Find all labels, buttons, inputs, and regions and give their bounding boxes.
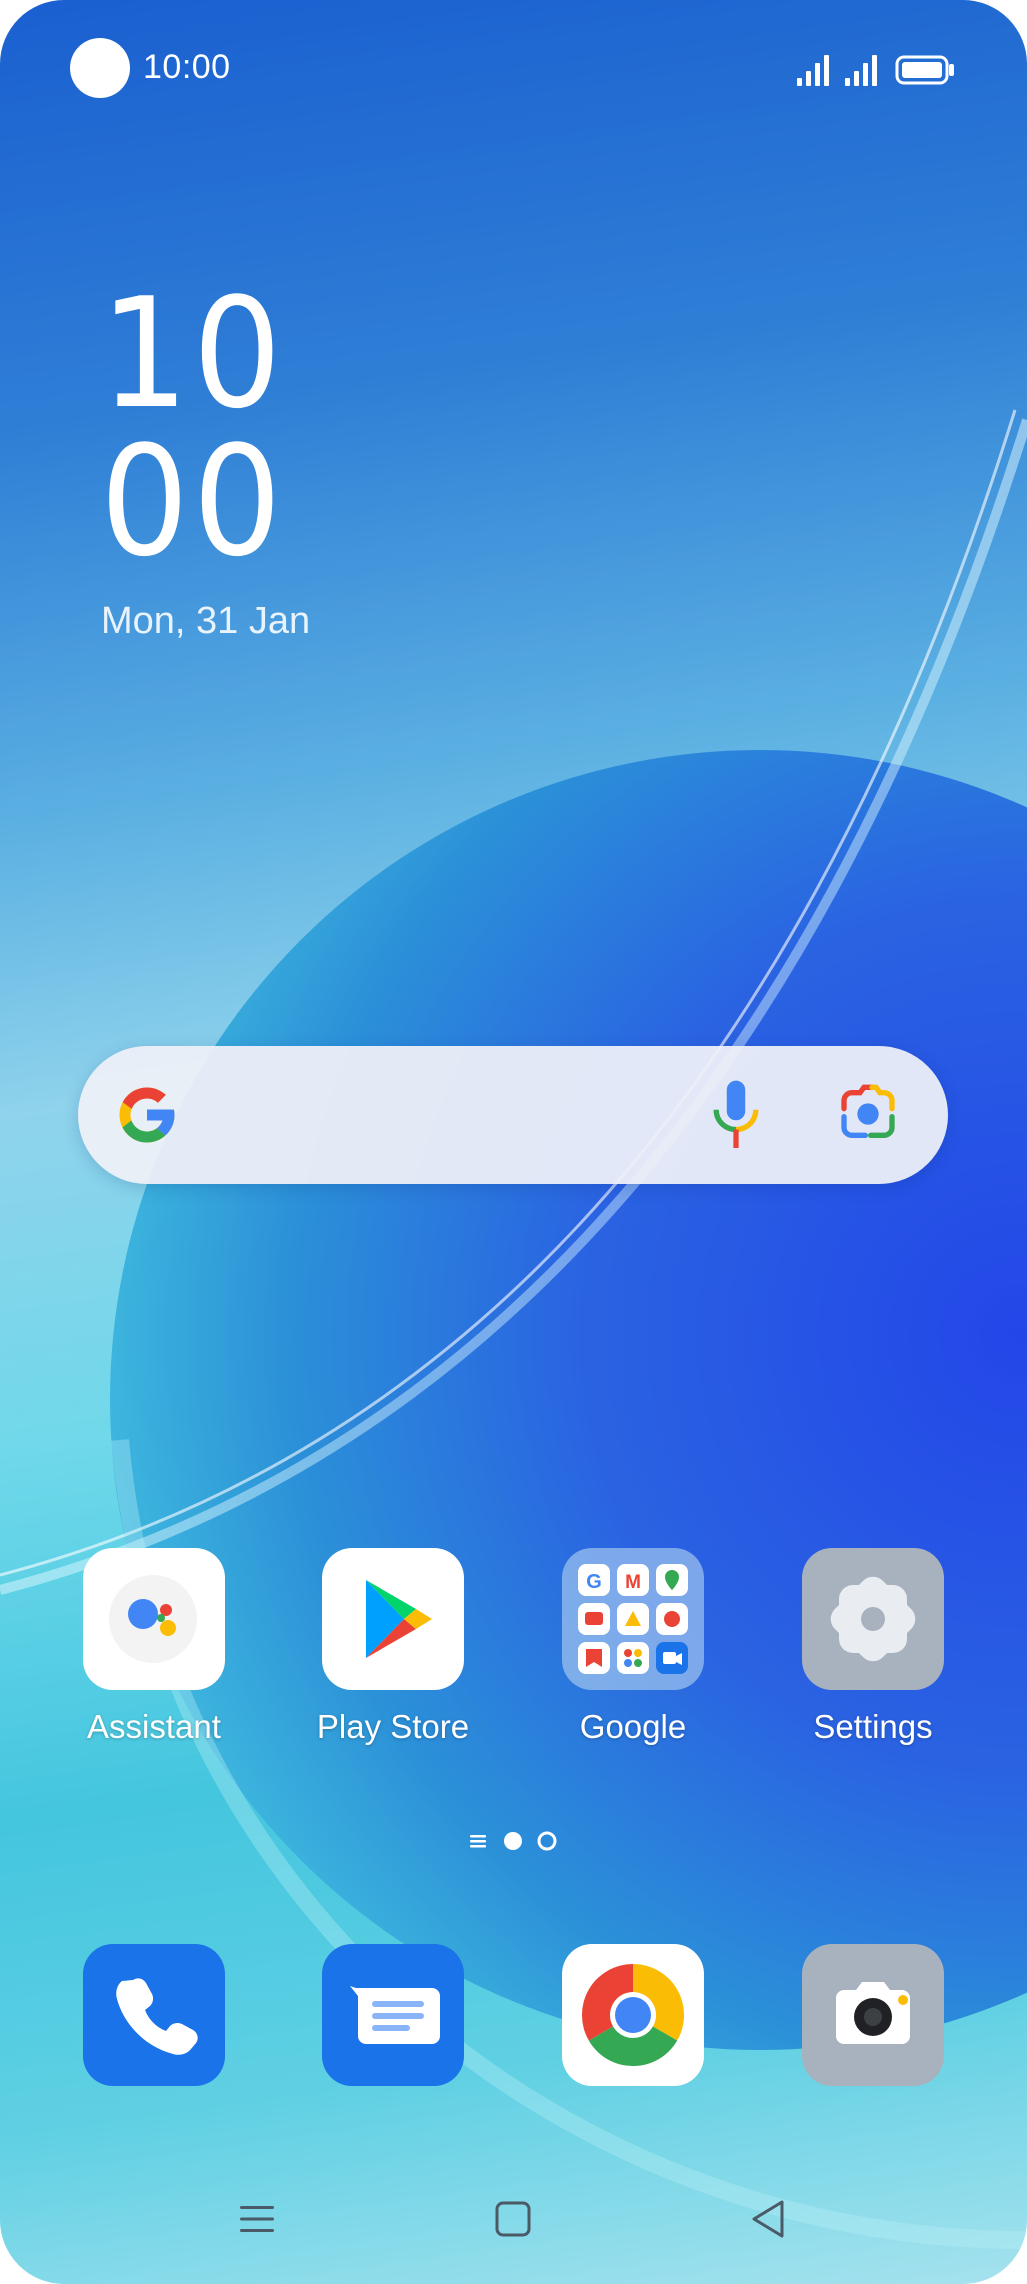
status-bar: 10:00: [0, 0, 1027, 136]
clock-minutes: 00: [100, 413, 286, 590]
signal-icon: [797, 55, 829, 86]
battery-icon: [895, 55, 954, 85]
page-dot-active: [504, 1832, 522, 1850]
clock-hours: 10: [100, 265, 286, 442]
messages-icon: [350, 1986, 440, 2044]
chrome-icon: [581, 1964, 685, 2067]
signal-icon: [845, 55, 877, 86]
svg-text:G: G: [586, 1571, 602, 1593]
page-dot: [537, 1831, 557, 1851]
assistant-icon: [83, 1548, 225, 1690]
clock-widget[interactable]: 10 00: [100, 265, 301, 590]
back-icon[interactable]: [744, 2194, 794, 2244]
app-label: Assistant: [87, 1708, 221, 1745]
status-icons: [797, 55, 954, 86]
dock-phone[interactable]: [83, 1944, 225, 2086]
app-play-store[interactable]: Play Store: [303, 1548, 483, 1746]
camera-icon: [836, 1982, 910, 2044]
mic-icon[interactable]: [708, 1078, 764, 1152]
google-folder-icon: G M: [562, 1548, 704, 1690]
app-google-folder[interactable]: G M Google: [543, 1548, 723, 1746]
settings-gear-icon: [802, 1548, 944, 1690]
google-lens-icon[interactable]: [836, 1082, 900, 1146]
dock-chrome[interactable]: [562, 1944, 704, 2086]
app-label: Settings: [813, 1708, 933, 1745]
play-store-icon: [322, 1548, 464, 1690]
google-g-icon: [119, 1087, 175, 1143]
home-icon[interactable]: [488, 2194, 538, 2244]
page-indicator[interactable]: [468, 1826, 568, 1856]
navigation-bar: [0, 2180, 1027, 2260]
front-camera-cutout: [70, 38, 130, 98]
app-assistant[interactable]: Assistant: [64, 1548, 244, 1746]
dock-messages[interactable]: [322, 1944, 464, 2086]
app-label: Play Store: [316, 1708, 470, 1745]
google-search-bar[interactable]: [78, 1046, 948, 1184]
menu-icon[interactable]: [232, 2194, 282, 2244]
app-settings[interactable]: Settings: [783, 1548, 963, 1746]
home-screen: 10:00 10 00 Mon, 31 Jan Assistant Play S…: [0, 0, 1027, 2284]
app-label: Google: [579, 1708, 687, 1745]
phone-icon: [116, 1978, 198, 2055]
svg-text:M: M: [625, 1572, 641, 1593]
dock-camera[interactable]: [802, 1944, 944, 2086]
clock-date: Mon, 31 Jan: [101, 600, 311, 642]
status-time: 10:00: [143, 48, 231, 86]
app-drawer-list-icon: [470, 1835, 486, 1848]
